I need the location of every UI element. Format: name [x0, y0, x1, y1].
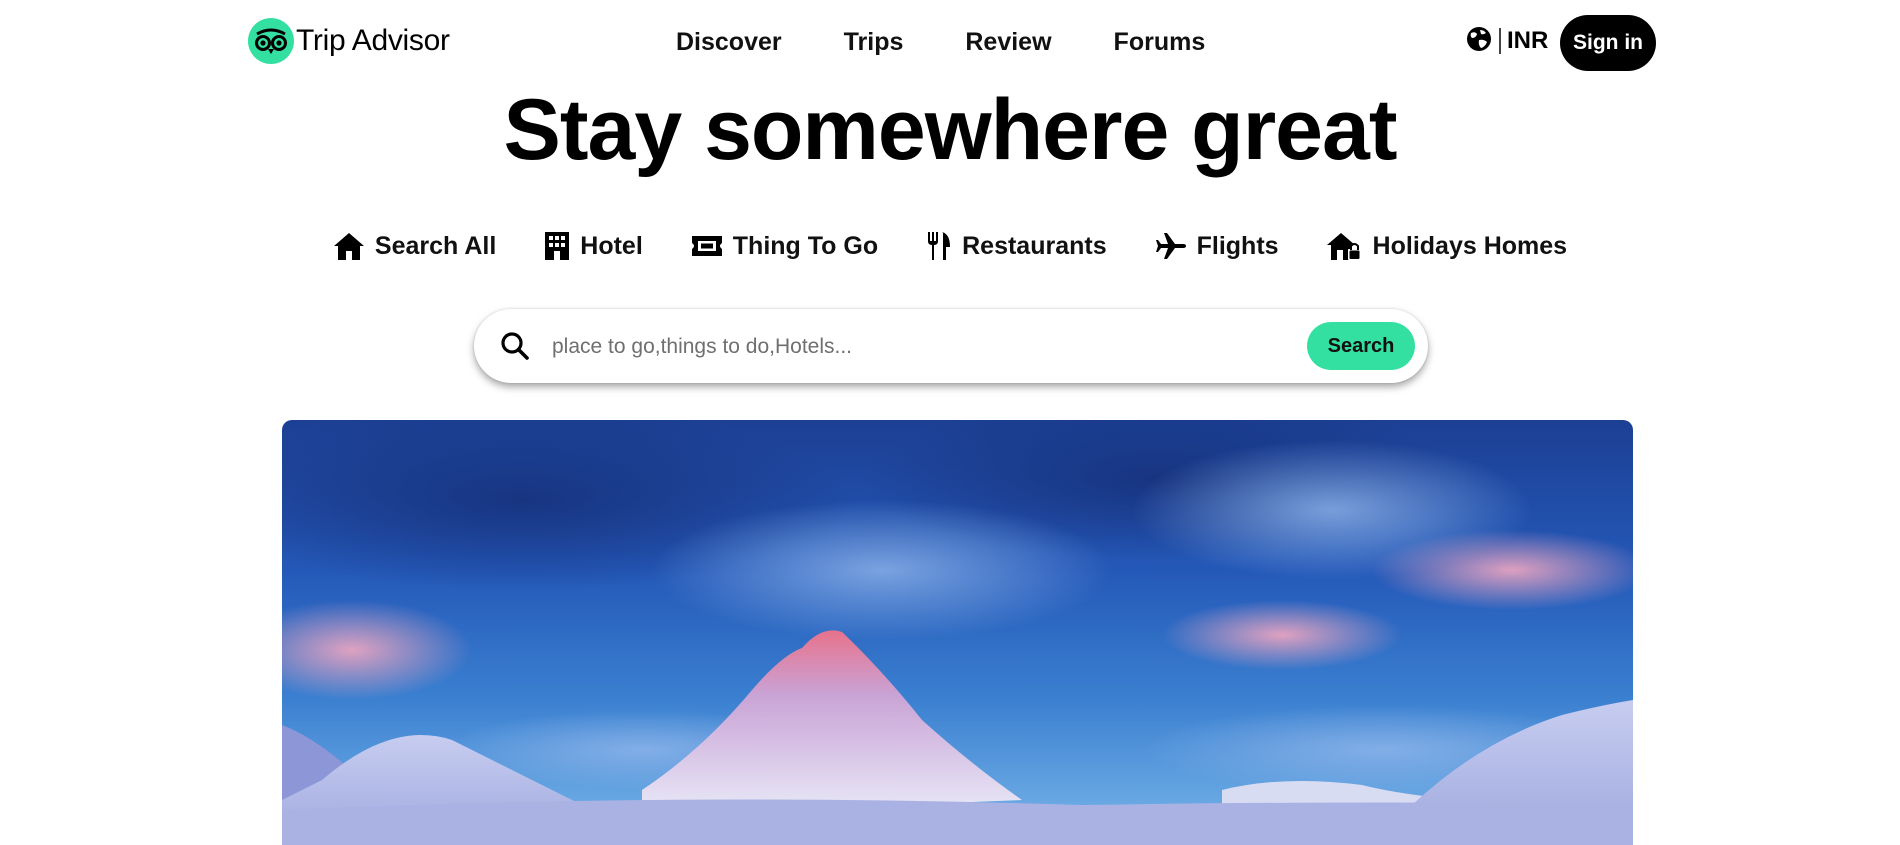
search-button[interactable]: Search: [1307, 322, 1415, 370]
nav-link-trips[interactable]: Trips: [844, 28, 904, 57]
tab-flights[interactable]: Flights: [1155, 226, 1279, 266]
home-icon: [333, 231, 365, 261]
tab-restaurants[interactable]: Restaurants: [926, 226, 1107, 266]
house-lock-icon: [1326, 231, 1363, 261]
snowy-mountain-landscape-image: [282, 420, 1633, 845]
tab-label: Thing To Go: [732, 231, 879, 260]
category-tabs: Search All Hotel Thing To Go Restaurants…: [0, 226, 1900, 266]
divider: [1499, 28, 1501, 54]
hotel-building-icon: [544, 231, 570, 261]
nav-link-discover[interactable]: Discover: [676, 28, 782, 57]
airplane-icon: [1155, 232, 1187, 260]
nav-link-forums[interactable]: Forums: [1114, 28, 1206, 57]
tab-hotel[interactable]: Hotel: [544, 226, 643, 266]
search-bar: Search: [474, 309, 1428, 383]
main-nav: Discover Trips Review Forums: [676, 24, 1205, 60]
globe-icon: [1465, 25, 1493, 58]
tab-search-all[interactable]: Search All: [333, 226, 496, 266]
hero-banner-image: [282, 420, 1633, 845]
brand-name: Trip Advisor: [296, 24, 450, 57]
tab-label: Search All: [374, 231, 497, 260]
tab-label: Restaurants: [962, 231, 1107, 260]
tab-label: Flights: [1196, 231, 1279, 260]
search-icon[interactable]: [500, 331, 530, 366]
sign-in-button[interactable]: Sign in: [1560, 15, 1656, 71]
tab-thing-to-go[interactable]: Thing To Go: [691, 226, 878, 266]
owl-eyes-icon: [248, 18, 294, 64]
search-input[interactable]: [550, 323, 1274, 371]
fork-knife-icon: [926, 231, 952, 261]
tab-label: Hotel: [580, 231, 643, 260]
page-title: Stay somewhere great: [503, 82, 1398, 178]
currency-selector[interactable]: INR: [1465, 24, 1548, 58]
ticket-icon: [691, 234, 723, 258]
nav-link-review[interactable]: Review: [965, 28, 1051, 57]
top-navigation: Trip Advisor Discover Trips Review Forum…: [0, 0, 1900, 84]
currency-label: INR: [1507, 27, 1549, 54]
page: Trip Advisor Discover Trips Review Forum…: [0, 0, 1900, 845]
tab-holidays-homes[interactable]: Holidays Homes: [1326, 226, 1568, 266]
brand-logo[interactable]: Trip Advisor: [248, 18, 450, 64]
tab-label: Holidays Homes: [1372, 231, 1568, 260]
